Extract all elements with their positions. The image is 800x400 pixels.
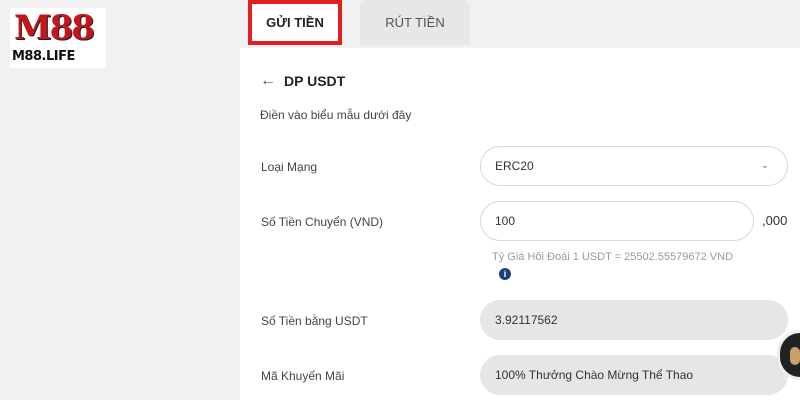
- brand-logo[interactable]: M88 M88.LIFE: [10, 8, 106, 68]
- tab-deposit[interactable]: GỬI TIỀN: [248, 0, 342, 45]
- amount-value: 100: [495, 214, 516, 228]
- promo-code-select[interactable]: 100% Thưởng Chào Mừng Thể Thao: [480, 355, 788, 395]
- amount-suffix: ,000: [762, 213, 788, 228]
- exchange-rate-text: Tỷ Giá Hối Đoái 1 USDT = 25502.55579672 …: [492, 251, 734, 263]
- logo-mark: M88: [14, 8, 95, 48]
- usdt-amount-value: 3.92117562: [495, 313, 558, 327]
- amount-input[interactable]: 100: [480, 201, 754, 241]
- chat-figure: [790, 347, 800, 365]
- network-label: Loại Mạng: [261, 160, 318, 174]
- back-navigation[interactable]: ← DP USDT: [260, 70, 345, 92]
- deposit-form-panel: ← DP USDT Điền vào biểu mẫu dưới đây Loạ…: [240, 48, 800, 400]
- page-title: DP USDT: [284, 73, 346, 89]
- network-value: ERC20: [495, 159, 534, 173]
- promo-code-value: 100% Thưởng Chào Mừng Thể Thao: [495, 368, 694, 382]
- amount-label: Số Tiền Chuyển (VND): [261, 215, 384, 229]
- form-instructions: Điền vào biểu mẫu dưới đây: [260, 108, 412, 122]
- usdt-amount-label: Số Tiền bằng USDT: [261, 314, 368, 328]
- logo-domain: M88.LIFE: [12, 49, 75, 64]
- chevron-down-icon: ⌄: [760, 160, 769, 171]
- info-icon[interactable]: i: [499, 268, 511, 280]
- usdt-amount-field: 3.92117562: [480, 300, 788, 340]
- network-select[interactable]: ERC20 ⌄: [480, 146, 788, 186]
- tab-withdraw[interactable]: RÚT TIỀN: [360, 0, 470, 45]
- promo-code-label: Mã Khuyến Mãi: [261, 369, 345, 383]
- arrow-left-icon[interactable]: ←: [260, 70, 276, 92]
